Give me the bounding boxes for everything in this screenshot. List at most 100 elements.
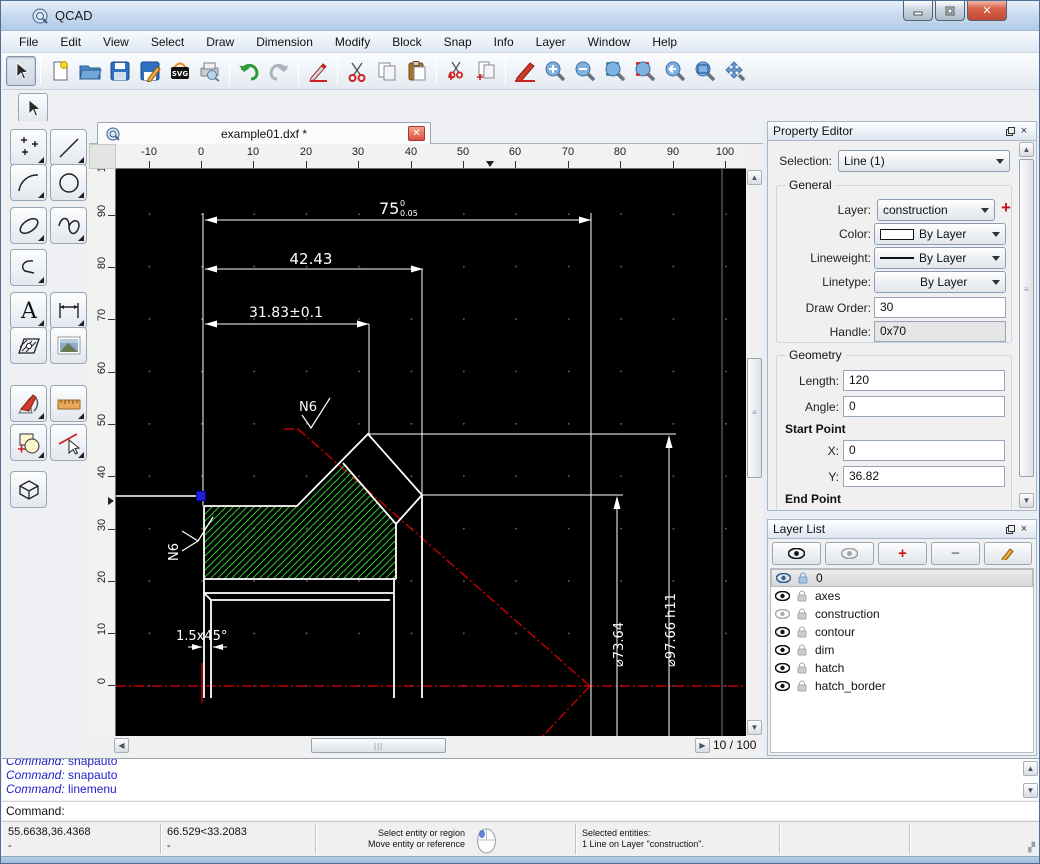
angle-field[interactable]: 0 [843, 396, 1005, 417]
edit-layer-button[interactable] [984, 542, 1032, 565]
measure-tool[interactable] [50, 385, 87, 422]
zoom-selection-icon[interactable] [630, 56, 660, 86]
reset-pen-icon[interactable] [303, 56, 333, 86]
layer-row[interactable]: dim [771, 641, 1033, 659]
color-combo[interactable]: By Layer [874, 223, 1006, 245]
undo-icon[interactable] [234, 56, 264, 86]
zoom-in-icon[interactable] [540, 56, 570, 86]
layer-row[interactable]: hatch [771, 659, 1033, 677]
scroll-up-icon[interactable]: ▲ [747, 170, 762, 185]
end-x-field[interactable]: 120 [843, 510, 1005, 511]
dimension-tool[interactable] [50, 292, 87, 329]
layer-combo[interactable]: construction [877, 199, 995, 221]
spline-tool[interactable] [50, 207, 87, 244]
menu-block[interactable]: Block [381, 33, 432, 51]
layer-row[interactable]: axes [771, 587, 1033, 605]
hide-all-layers-button[interactable] [825, 542, 874, 565]
draw-order-field[interactable]: 30 [874, 297, 1006, 318]
layer-row[interactable]: contour [771, 623, 1033, 641]
add-layer-button[interactable]: + [878, 542, 927, 565]
line-tool[interactable] [50, 129, 87, 166]
svg-export-icon[interactable]: SVG [165, 56, 195, 86]
add-layer-plus-icon[interactable]: + [1001, 198, 1011, 218]
minimize-button[interactable] [903, 1, 933, 21]
history-scroll-up-icon[interactable]: ▲ [1023, 761, 1038, 776]
polyline-tool[interactable] [10, 249, 47, 286]
point-tool[interactable] [10, 129, 47, 166]
print-preview-icon[interactable] [195, 56, 225, 86]
previous-view-icon[interactable] [660, 56, 690, 86]
circle-tool[interactable] [50, 164, 87, 201]
arc-tool[interactable] [10, 164, 47, 201]
cut-icon[interactable] [342, 56, 372, 86]
property-scrollbar[interactable]: ▲ ≡ ▼ [1018, 142, 1035, 508]
menu-view[interactable]: View [92, 33, 140, 51]
layer-row[interactable]: 0 [771, 569, 1033, 587]
menu-help[interactable]: Help [641, 33, 688, 51]
layer-row[interactable]: construction [771, 605, 1033, 623]
maximize-button[interactable] [935, 1, 965, 21]
scroll-down-icon[interactable]: ▼ [747, 720, 762, 735]
resize-grip[interactable]: ▞ [1028, 842, 1036, 853]
history-scroll-down-icon[interactable]: ▼ [1023, 783, 1038, 798]
layer-row[interactable]: hatch_border [771, 677, 1033, 695]
canvas-vscrollbar[interactable]: ▲ ≡ ▼ [746, 169, 763, 736]
prop-scroll-thumb[interactable]: ≡ [1019, 159, 1034, 477]
menu-info[interactable]: Info [483, 33, 525, 51]
block-tool[interactable] [10, 424, 47, 461]
canvas-hscrollbar[interactable]: ◀ ||| ▶ [113, 737, 711, 755]
ellipse-tool[interactable] [10, 207, 47, 244]
zoom-window-icon[interactable] [690, 56, 720, 86]
layer-close-panel-icon[interactable]: × [1017, 522, 1031, 536]
save-as-icon[interactable] [135, 56, 165, 86]
selection-handle[interactable] [197, 492, 206, 501]
hatch-tool[interactable] [10, 327, 47, 364]
pan-icon[interactable] [720, 56, 750, 86]
layer-float-panel-icon[interactable] [1003, 522, 1017, 536]
command-input[interactable]: Command: [2, 801, 1040, 820]
property-editor-titlebar[interactable]: Property Editor × [767, 121, 1037, 141]
prop-scroll-up-icon[interactable]: ▲ [1019, 142, 1034, 157]
tab-close-icon[interactable]: ✕ [408, 126, 425, 141]
menu-select[interactable]: Select [140, 33, 195, 51]
solid-tool[interactable] [10, 471, 47, 508]
prop-scroll-down-icon[interactable]: ▼ [1019, 493, 1034, 508]
drawing-canvas[interactable]: 75 0 0.05 42.43 31.83±0.1 1.5x45° N6 N6 … [116, 169, 746, 736]
lineweight-combo[interactable]: By Layer [874, 247, 1006, 269]
document-tab[interactable]: example01.dxf * ✕ [97, 122, 431, 144]
layer-list-titlebar[interactable]: Layer List × [767, 519, 1037, 539]
selection-combo[interactable]: Line (1) [838, 150, 1010, 172]
open-document-icon[interactable] [75, 56, 105, 86]
copy-with-reference-icon[interactable] [471, 56, 501, 86]
menu-draw[interactable]: Draw [195, 33, 245, 51]
menu-edit[interactable]: Edit [49, 33, 92, 51]
draw-pen-icon[interactable] [510, 56, 540, 86]
scroll-right-icon[interactable]: ▶ [695, 738, 710, 753]
copy-icon[interactable] [372, 56, 402, 86]
close-button[interactable]: ✕ [967, 1, 1007, 21]
cut-with-reference-icon[interactable] [441, 56, 471, 86]
select-entity-tool[interactable] [50, 424, 87, 461]
hscroll-thumb[interactable]: ||| [311, 738, 446, 753]
zoom-out-icon[interactable] [570, 56, 600, 86]
start-y-field[interactable]: 36.82 [843, 466, 1005, 487]
paste-icon[interactable] [402, 56, 432, 86]
save-document-icon[interactable] [105, 56, 135, 86]
menu-modify[interactable]: Modify [324, 33, 381, 51]
image-tool[interactable] [50, 327, 87, 364]
selection-pointer-icon[interactable] [6, 56, 36, 86]
float-panel-icon[interactable] [1003, 124, 1017, 138]
menu-window[interactable]: Window [577, 33, 642, 51]
modify-tool[interactable] [10, 385, 47, 422]
linetype-combo[interactable]: By Layer [874, 271, 1006, 293]
scroll-left-icon[interactable]: ◀ [114, 738, 129, 753]
menu-file[interactable]: File [8, 33, 49, 51]
auto-zoom-icon[interactable] [600, 56, 630, 86]
remove-layer-button[interactable]: − [931, 542, 980, 565]
length-field[interactable]: 120 [843, 370, 1005, 391]
menu-dimension[interactable]: Dimension [245, 33, 324, 51]
command-history[interactable]: Command: snapauto Command: snapauto Comm… [2, 758, 1040, 800]
redo-icon[interactable] [264, 56, 294, 86]
vscroll-thumb[interactable]: ≡ [747, 358, 762, 478]
new-document-icon[interactable] [45, 56, 75, 86]
